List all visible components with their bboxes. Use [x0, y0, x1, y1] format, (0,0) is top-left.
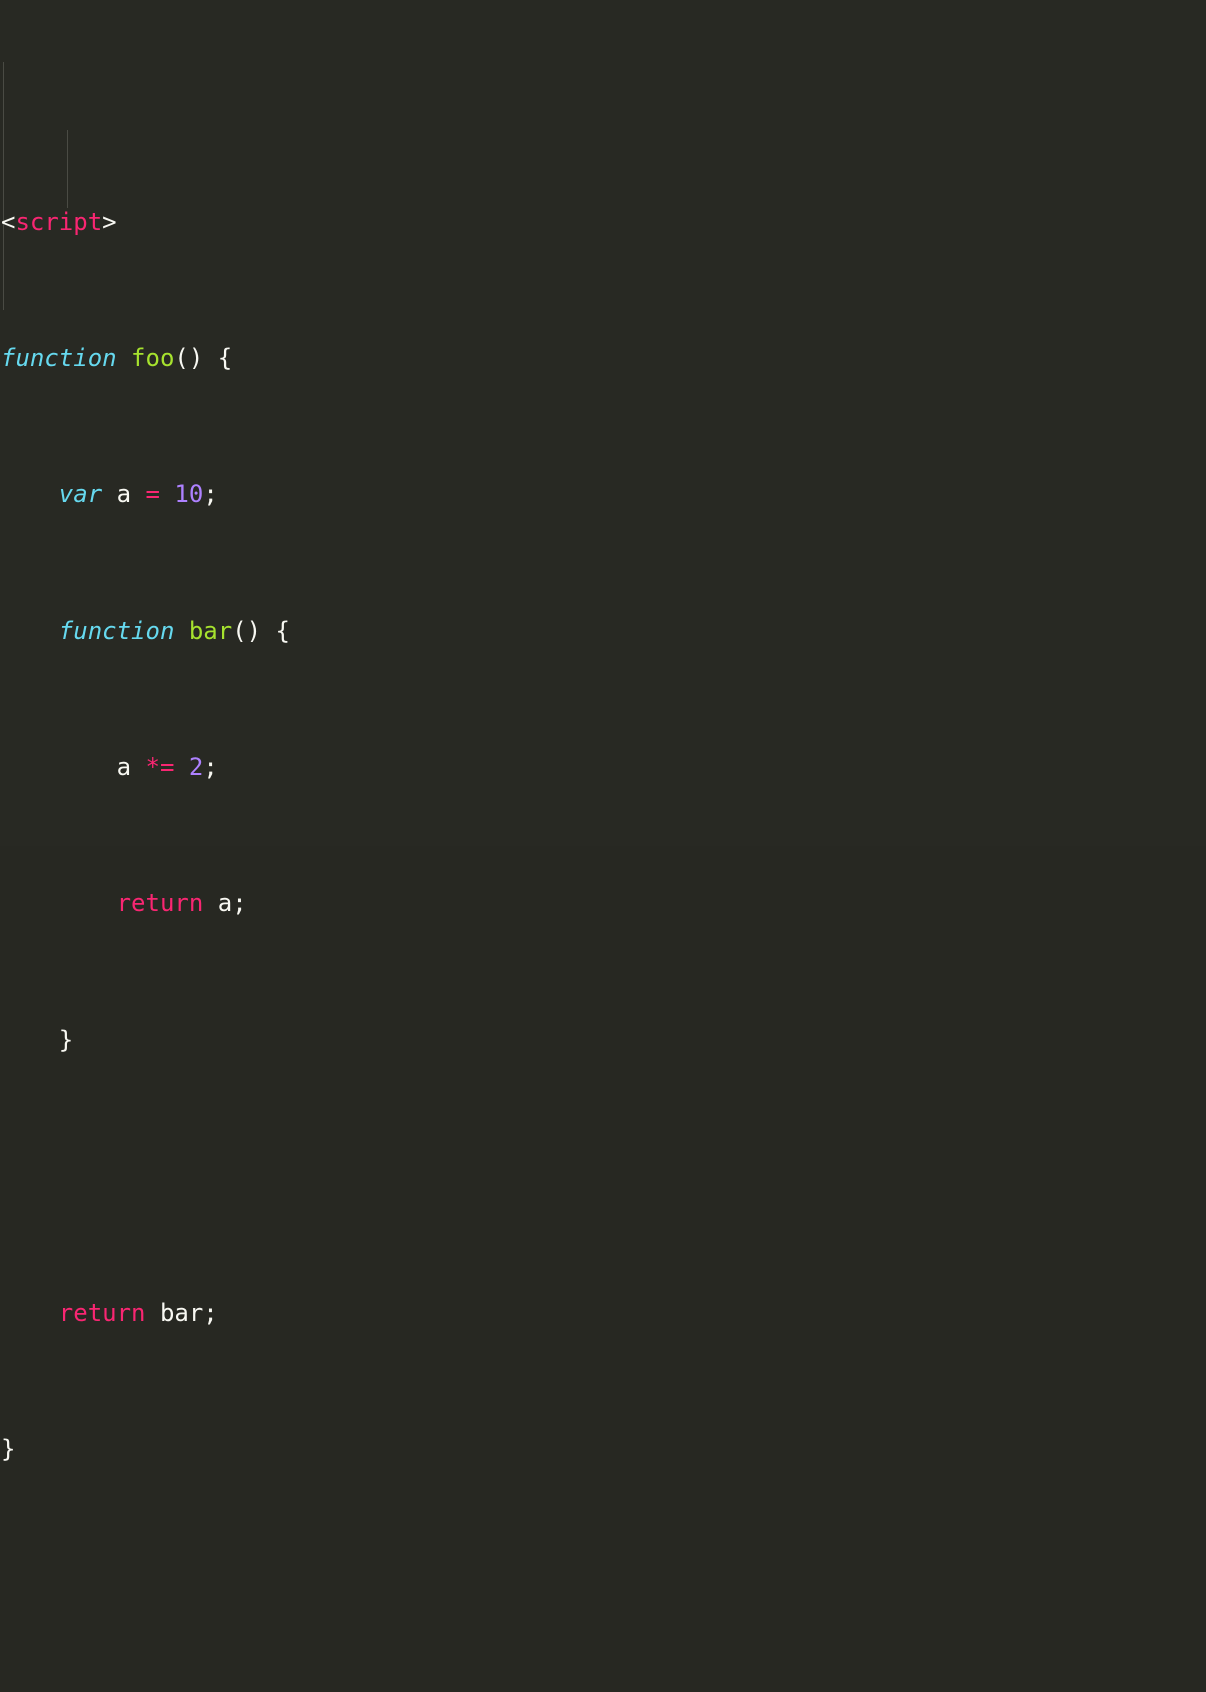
variable-a: a — [102, 480, 146, 509]
angle-bracket-open: < — [1, 207, 16, 236]
keyword-function: function — [58, 616, 175, 645]
keyword-return: return — [58, 1298, 146, 1327]
close-brace: } — [58, 1025, 74, 1054]
semicolon: ; — [232, 889, 247, 918]
keyword-return: return — [116, 889, 204, 918]
open-brace: { — [203, 343, 233, 372]
operator-assign: = — [145, 480, 160, 509]
parentheses: () — [174, 343, 204, 372]
variable-a: a — [116, 753, 146, 782]
code-line-6[interactable]: return a; — [0, 886, 1206, 920]
number-2: 2 — [174, 753, 204, 782]
code-line-10[interactable]: } — [0, 1432, 1206, 1466]
indent-guide-level-1 — [3, 62, 4, 310]
indent-guide-level-2 — [67, 130, 68, 208]
code-line-4[interactable]: function bar() { — [0, 614, 1206, 648]
operator-multiply-assign: *= — [145, 753, 175, 782]
function-name-foo: foo — [131, 343, 175, 372]
script-tag-name: script — [15, 207, 103, 236]
open-brace: { — [261, 616, 291, 645]
semicolon: ; — [203, 1298, 218, 1327]
keyword-var: var — [58, 480, 103, 509]
code-line-11[interactable] — [0, 1568, 1206, 1602]
angle-bracket-close: > — [102, 207, 117, 236]
function-name-bar: bar — [188, 616, 233, 645]
semicolon: ; — [203, 753, 218, 782]
code-editor-viewport[interactable]: <script> function foo() { var a = 10; fu… — [0, 0, 1206, 1463]
code-line-9[interactable]: return bar; — [0, 1296, 1206, 1330]
variable-a: a — [203, 889, 233, 918]
parentheses: () — [232, 616, 262, 645]
code-line-5[interactable]: a *= 2; — [0, 750, 1206, 784]
keyword-function: function — [1, 343, 117, 372]
code-line-7[interactable]: } — [0, 1023, 1206, 1057]
semicolon: ; — [203, 480, 218, 509]
number-10: 10 — [159, 480, 204, 509]
code-line-2[interactable]: function foo() { — [0, 341, 1206, 375]
variable-bar: bar — [145, 1298, 204, 1327]
code-line-3[interactable]: var a = 10; — [0, 477, 1206, 511]
code-line-8[interactable] — [0, 1159, 1206, 1193]
code-line-1[interactable]: <script> — [0, 205, 1206, 239]
close-brace: } — [1, 1434, 16, 1463]
